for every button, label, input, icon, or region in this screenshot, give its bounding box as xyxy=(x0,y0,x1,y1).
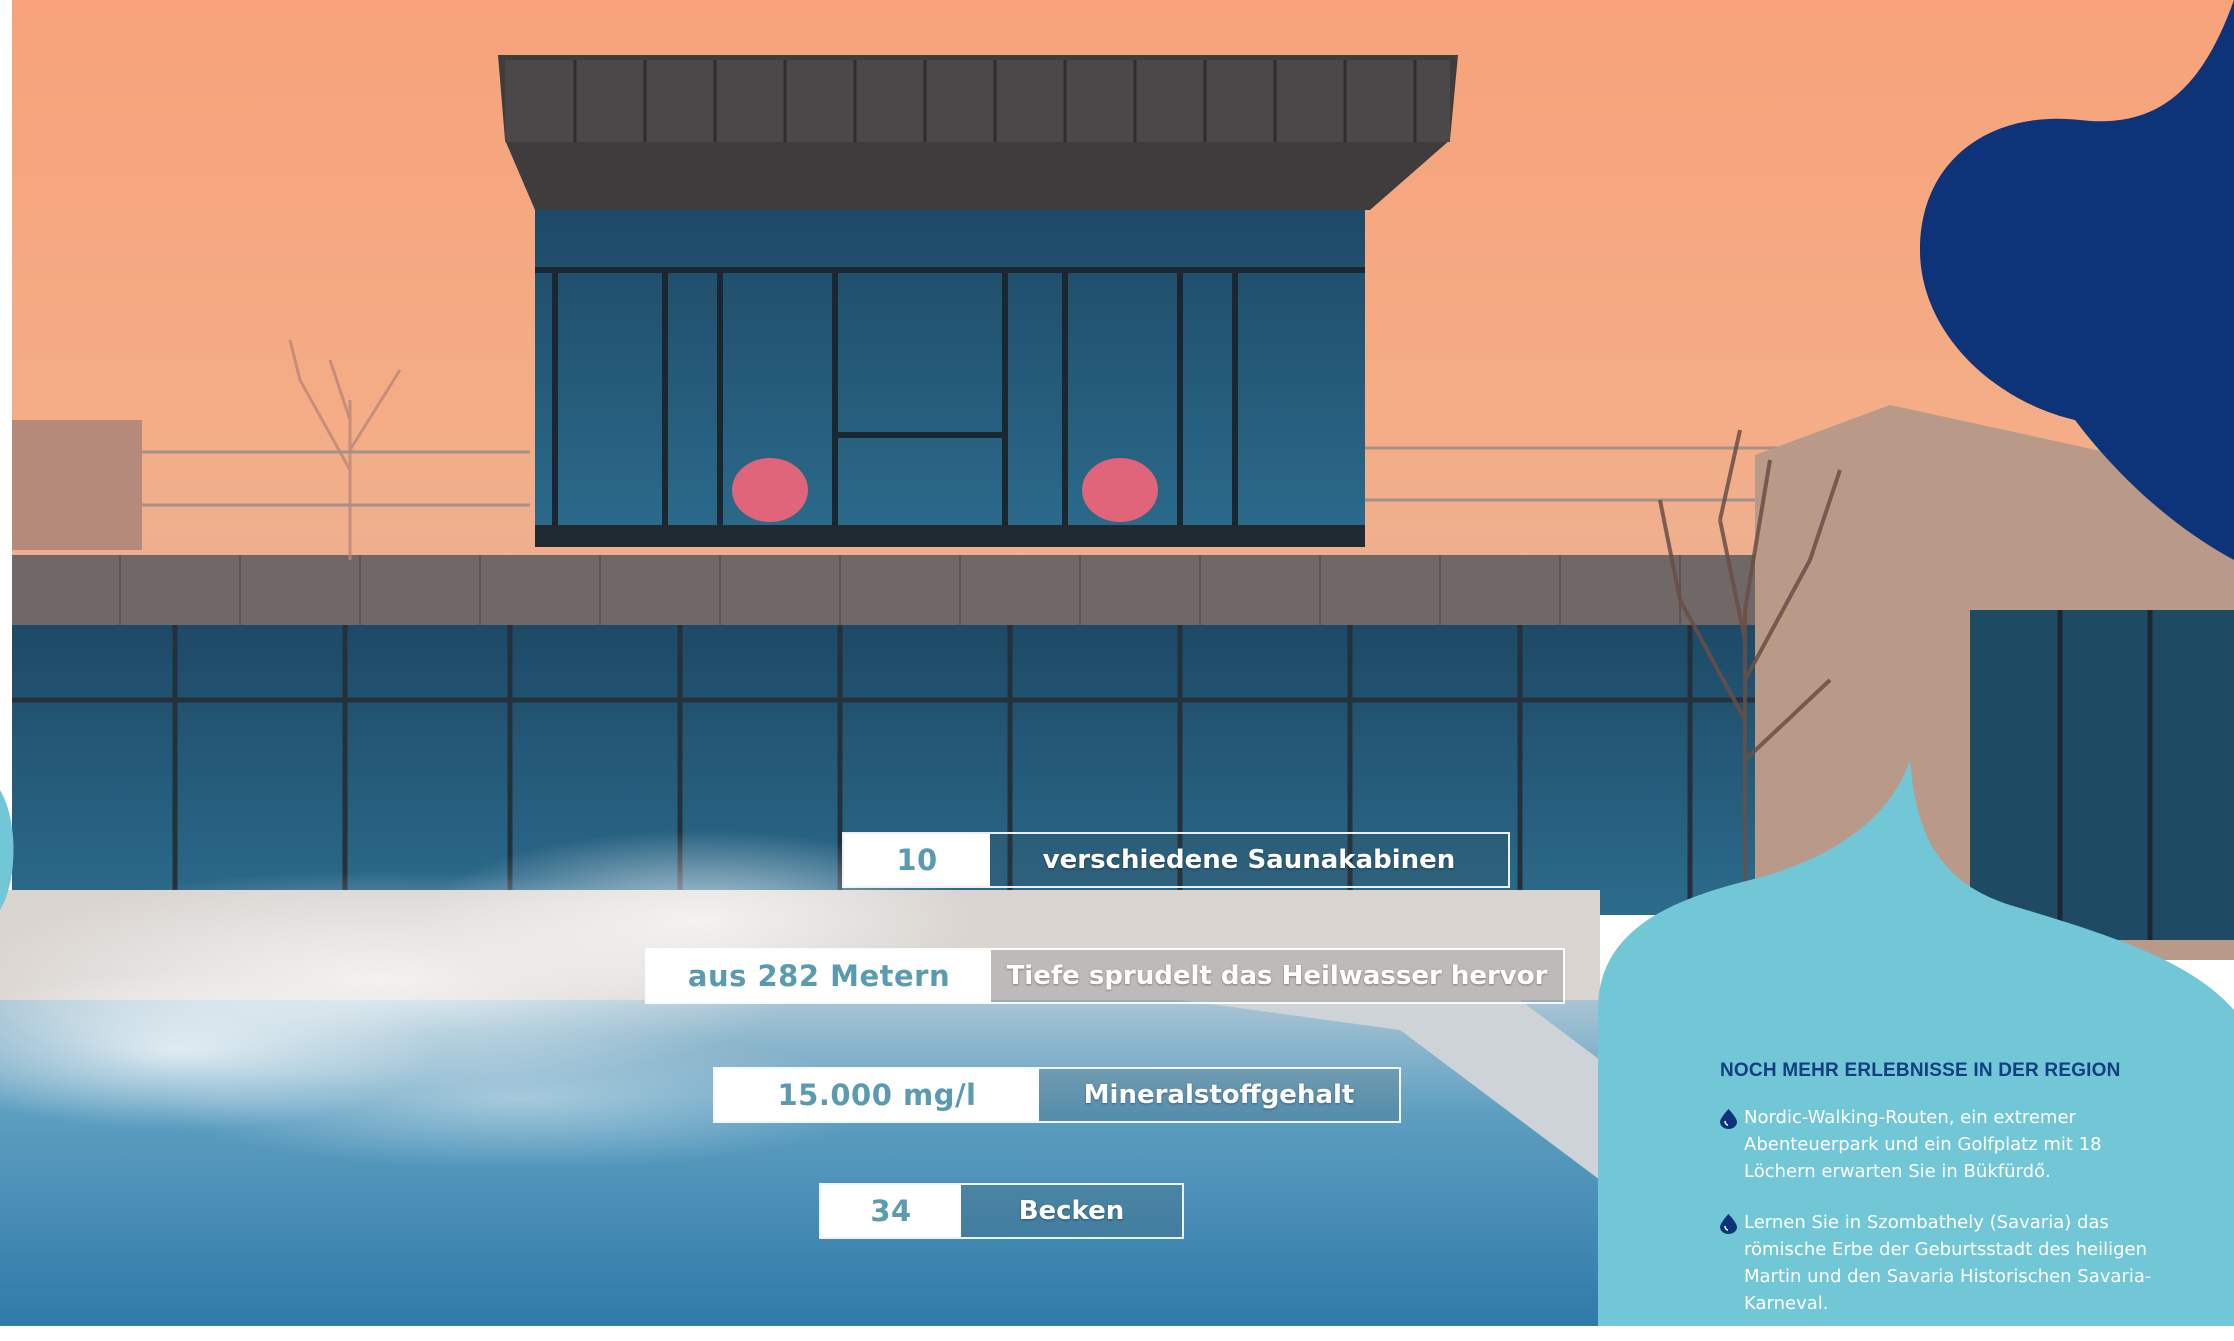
stat-mineralstoffgehalt: 15.000 mg/l Mineralstoffgehalt xyxy=(713,1067,1401,1123)
region-info-panel: NOCH MEHR ERLEBNISSE IN DER REGION Nordi… xyxy=(1720,1060,2170,1341)
right-glass xyxy=(1970,610,2234,940)
left-wall xyxy=(12,420,142,550)
stat-saunakabinen: 10 verschiedene Saunakabinen xyxy=(842,832,1510,888)
stat-label: Tiefe sprudelt das Heilwasser hervor xyxy=(991,950,1563,1002)
list-item-text: Nordic-Walking-Routen, ein extremer Aben… xyxy=(1744,1107,2102,1182)
stat-tiefe: aus 282 Metern Tiefe sprudelt das Heilwa… xyxy=(645,948,1565,1004)
upper-glass-cube xyxy=(535,210,1365,545)
stat-value: 10 xyxy=(844,834,990,886)
region-heading: NOCH MEHR ERLEBNISSE IN DER REGION xyxy=(1720,1060,2121,1081)
stat-value: aus 282 Metern xyxy=(647,950,991,1002)
red-chair xyxy=(1082,458,1158,522)
stat-becken: 34 Becken xyxy=(819,1183,1184,1239)
stat-label: Becken xyxy=(961,1185,1182,1237)
region-list: Nordic-Walking-Routen, ein extremer Aben… xyxy=(1720,1104,2170,1317)
red-chair xyxy=(732,458,808,522)
water-drop-icon xyxy=(1720,1109,1737,1129)
list-item-text: Lernen Sie in Szombathely (Savaria) das … xyxy=(1744,1212,2152,1314)
water-drop-icon xyxy=(1720,1214,1737,1234)
stat-label: Mineralstoffgehalt xyxy=(1039,1069,1399,1121)
list-item: Lernen Sie in Szombathely (Savaria) das … xyxy=(1720,1209,2170,1317)
stat-value: 15.000 mg/l xyxy=(715,1069,1039,1121)
stat-label: verschiedene Saunakabinen xyxy=(990,834,1508,886)
stat-value: 34 xyxy=(821,1185,961,1237)
list-item: Nordic-Walking-Routen, ein extremer Aben… xyxy=(1720,1104,2170,1185)
